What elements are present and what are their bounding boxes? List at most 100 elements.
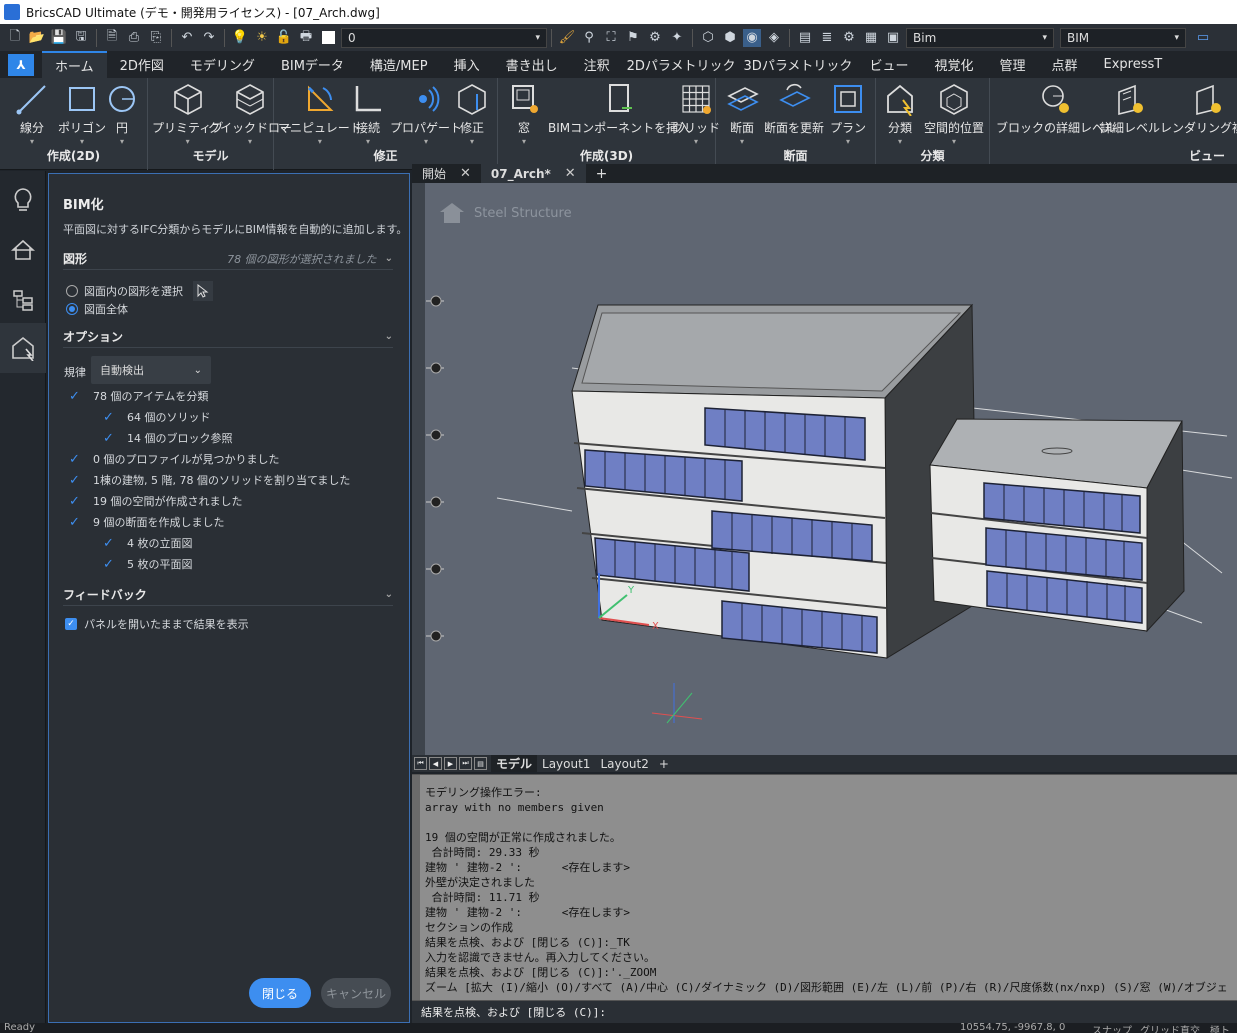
shapes-section-header[interactable]: 図形 78 個の図形が選択されました ⌄ bbox=[63, 248, 393, 270]
select-cycle-icon[interactable]: ⚙ bbox=[646, 29, 664, 47]
tab-bim-data[interactable]: BIMデータ bbox=[268, 51, 357, 78]
command-line-input[interactable]: 結果を点検、および [閉じる (C)]: bbox=[412, 1000, 1237, 1023]
propagate-button[interactable]: プロパゲート ▾ bbox=[390, 82, 462, 146]
layer-lock-icon[interactable]: 🔓 bbox=[275, 29, 293, 47]
model-viewport[interactable]: Steel Structure X Y bbox=[412, 183, 1237, 755]
update-section-button[interactable]: 断面を更新 bbox=[764, 82, 824, 136]
light-filter-icon[interactable]: ✦ bbox=[668, 29, 686, 47]
layer-plot-icon[interactable]: 🖶 bbox=[297, 29, 315, 47]
publish-icon[interactable]: ⎘ bbox=[147, 29, 165, 47]
layer-color-swatch[interactable] bbox=[319, 29, 337, 47]
layout-manager-icon[interactable]: ▦ bbox=[862, 29, 880, 47]
tab-visualize[interactable]: 視覚化 bbox=[921, 51, 986, 78]
grid-toggle[interactable]: グリッド bbox=[1140, 1023, 1180, 1033]
classify-button[interactable]: 分類 ▾ bbox=[882, 82, 918, 146]
tab-manage[interactable]: 管理 bbox=[986, 51, 1038, 78]
new-file-icon[interactable]: 🗋 bbox=[6, 29, 24, 47]
tab-layout2[interactable]: Layout2 bbox=[595, 755, 653, 772]
radio-whole-drawing[interactable]: 図面全体 bbox=[66, 301, 128, 317]
command-panel-grip[interactable] bbox=[412, 775, 420, 1001]
properties-icon[interactable]: ▤ bbox=[796, 29, 814, 47]
open-file-icon[interactable]: 📂 bbox=[28, 29, 46, 47]
plan-button[interactable]: プラン ▾ bbox=[830, 82, 866, 146]
match-properties-icon[interactable]: 🖌 bbox=[558, 29, 576, 47]
settings-icon[interactable]: ⚙ bbox=[840, 29, 858, 47]
line-button[interactable]: 線分 ▾ bbox=[14, 82, 50, 146]
drawing-explorer-icon[interactable]: ▣ bbox=[884, 29, 902, 47]
viewport-layout-icon[interactable]: ▭ bbox=[1194, 29, 1212, 47]
application-menu-button[interactable]: ⅄ bbox=[8, 53, 34, 76]
lamp-filter-icon[interactable]: ⚑ bbox=[624, 29, 642, 47]
structure-tree-icon[interactable] bbox=[0, 275, 46, 325]
first-layout-icon[interactable]: ⏮ bbox=[414, 757, 427, 770]
bimify-house-icon[interactable] bbox=[0, 323, 46, 373]
close-button[interactable]: 閉じる bbox=[249, 978, 311, 1008]
layer-bulb-icon[interactable]: 💡 bbox=[231, 29, 249, 47]
options-section-header[interactable]: オプション ⌄ bbox=[63, 326, 393, 348]
quick-select-icon[interactable]: ⛶ bbox=[602, 29, 620, 47]
tab-structure-mep[interactable]: 構造/MEP bbox=[357, 51, 441, 78]
polar-toggle[interactable]: 極トラ bbox=[1210, 1023, 1237, 1033]
doc-tab-start[interactable]: 開始 ✕ bbox=[412, 164, 481, 183]
tab-output[interactable]: 書き出し bbox=[493, 51, 571, 78]
cancel-button[interactable]: キャンセル bbox=[321, 978, 391, 1008]
spatial-location-button[interactable]: 空間的位置 ▾ bbox=[924, 82, 984, 146]
next-layout-icon[interactable]: ▶ bbox=[444, 757, 457, 770]
last-layout-icon[interactable]: ⏭ bbox=[459, 757, 472, 770]
print-preview-icon[interactable]: 🗎 bbox=[103, 29, 121, 47]
window-button[interactable]: 窓 ▾ bbox=[506, 82, 542, 146]
tab-modeling[interactable]: モデリング bbox=[177, 51, 268, 78]
ortho-toggle[interactable]: 直交 bbox=[1180, 1023, 1200, 1033]
detail-level-button[interactable]: 詳細レベル bbox=[1100, 82, 1160, 136]
tab-layout1[interactable]: Layout1 bbox=[537, 755, 595, 772]
tips-lightbulb-icon[interactable] bbox=[0, 175, 46, 225]
layer-dropdown[interactable]: 0 ▾ bbox=[341, 27, 547, 48]
tab-insert[interactable]: 挿入 bbox=[441, 51, 493, 78]
new-tab-plus-icon[interactable]: + bbox=[586, 164, 618, 183]
close-icon[interactable]: ✕ bbox=[460, 166, 471, 181]
select-similar-icon[interactable]: ⚲ bbox=[580, 29, 598, 47]
select-cursor-icon[interactable] bbox=[193, 281, 213, 301]
modify-button[interactable]: 修正 ▾ bbox=[454, 82, 490, 146]
radio-select-in-drawing[interactable]: 図面内の図形を選択 bbox=[66, 281, 213, 301]
render-icon[interactable]: ◉ bbox=[743, 28, 761, 47]
feedback-section-header[interactable]: フィードバック ⌄ bbox=[63, 584, 393, 606]
tab-model[interactable]: モデル bbox=[491, 755, 538, 772]
tab-annotate[interactable]: 注釈 bbox=[571, 51, 623, 78]
tab-2d-parametric[interactable]: 2Dパラメトリック bbox=[623, 51, 740, 78]
prev-layout-icon[interactable]: ◀ bbox=[429, 757, 442, 770]
tab-2d-drafting[interactable]: 2D作図 bbox=[107, 51, 177, 78]
tab-point-cloud[interactable]: 点群 bbox=[1038, 51, 1090, 78]
save-as-icon[interactable]: 🖫 bbox=[72, 29, 90, 47]
grid-button[interactable]: グリッド ▾ bbox=[672, 82, 720, 146]
keep-panel-open-checkbox[interactable]: ✓ パネルを開いたままで結果を表示 bbox=[65, 616, 249, 632]
block-detail-level-button[interactable]: ブロックの詳細レベル bbox=[996, 82, 1116, 136]
circle-button[interactable]: 円 ▾ bbox=[104, 82, 140, 146]
polygon-button[interactable]: ポリゴン ▾ bbox=[58, 82, 106, 146]
doc-tab-07-arch[interactable]: 07_Arch* ✕ bbox=[480, 164, 586, 183]
cube-icon[interactable]: ⬢ bbox=[721, 29, 739, 47]
shaded-icon[interactable]: ◈ bbox=[765, 29, 783, 47]
close-icon[interactable]: ✕ bbox=[565, 166, 576, 181]
render-composite-button[interactable]: レンダリング複合 bbox=[1160, 82, 1237, 136]
workspace-dropdown[interactable]: Bim ▾ bbox=[906, 27, 1054, 48]
visual-style-dropdown[interactable]: BIM ▾ bbox=[1060, 27, 1186, 48]
box-icon[interactable]: ⬡ bbox=[699, 29, 717, 47]
rule-dropdown[interactable]: 自動検出 ⌄ bbox=[91, 356, 211, 384]
connect-button[interactable]: 接続 ▾ bbox=[350, 82, 386, 146]
section-button[interactable]: 断面 ▾ bbox=[724, 82, 760, 146]
tab-view[interactable]: ビュー bbox=[856, 51, 921, 78]
layout-list-icon[interactable]: ▤ bbox=[474, 757, 487, 770]
home-icon[interactable] bbox=[0, 225, 46, 275]
plot-icon[interactable]: ⎙ bbox=[125, 29, 143, 47]
add-layout-plus-icon[interactable]: + bbox=[654, 755, 674, 772]
tab-3d-parametric[interactable]: 3Dパラメトリック bbox=[740, 51, 857, 78]
undo-icon[interactable]: ↶ bbox=[178, 29, 196, 47]
insert-bim-component-button[interactable]: BIMコンポーネントを挿入 bbox=[548, 82, 690, 136]
layers-icon[interactable]: ≣ bbox=[818, 29, 836, 47]
snap-toggle[interactable]: スナップ bbox=[1092, 1023, 1132, 1033]
layer-sun-icon[interactable]: ☀ bbox=[253, 29, 271, 47]
tab-home[interactable]: ホーム bbox=[42, 51, 107, 78]
tab-express-tools[interactable]: ExpressT bbox=[1091, 51, 1176, 78]
save-icon[interactable]: 💾 bbox=[50, 29, 68, 47]
